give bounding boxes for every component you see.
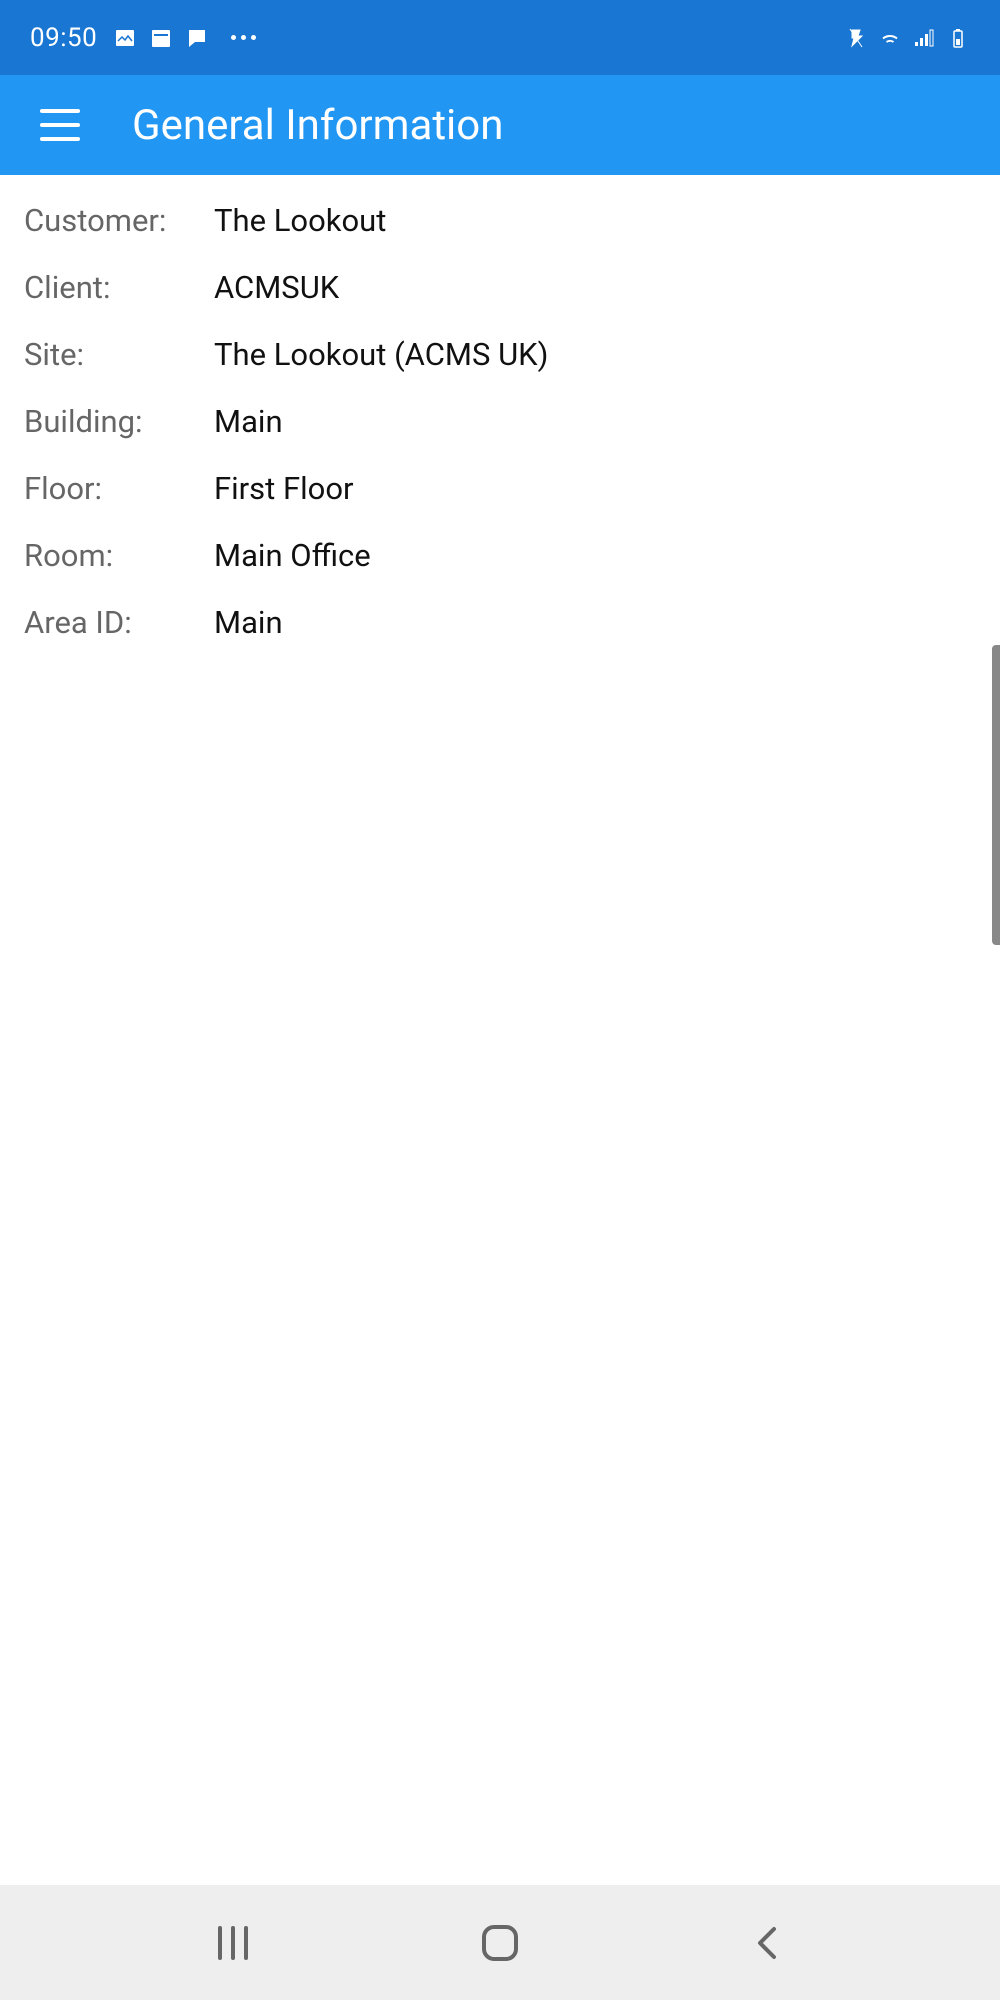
scroll-indicator[interactable] [992,645,1000,945]
messages-icon [185,26,209,50]
info-label: Area ID: [24,604,199,641]
gallery-icon [113,26,137,50]
wifi-icon [878,26,902,50]
app-bar: General Information [0,75,1000,175]
info-label: Room: [24,537,199,574]
back-button[interactable] [737,1913,797,1973]
info-row-area-id: Area ID: Main [24,589,976,656]
info-value: First Floor [199,470,354,507]
calendar-icon [149,26,173,50]
info-label: Building: [24,403,199,440]
battery-icon [946,26,970,50]
content-area: Customer: The Lookout Client: ACMSUK Sit… [0,175,1000,1885]
info-value: Main [199,604,283,641]
signal-icon [912,26,936,50]
navigation-bar [0,1885,1000,2000]
info-label: Client: [24,269,199,306]
status-bar-left: 09:50 [30,23,256,53]
info-row-room: Room: Main Office [24,522,976,589]
info-label: Floor: [24,470,199,507]
page-title: General Information [132,101,503,150]
status-bar-right [844,26,970,50]
info-row-site: Site: The Lookout (ACMS UK) [24,321,976,388]
status-bar: 09:50 [0,0,1000,75]
info-value: The Lookout (ACMS UK) [199,336,548,373]
info-value: Main Office [199,537,371,574]
info-value: The Lookout [199,202,386,239]
home-button[interactable] [470,1913,530,1973]
vibrate-icon [844,26,868,50]
info-row-client: Client: ACMSUK [24,254,976,321]
info-row-customer: Customer: The Lookout [24,187,976,254]
info-value: Main [199,403,283,440]
info-value: ACMSUK [199,269,339,306]
info-row-floor: Floor: First Floor [24,455,976,522]
status-notification-icons [113,26,256,50]
status-time: 09:50 [30,23,97,53]
menu-button[interactable] [40,109,80,141]
more-notifications-icon [231,35,256,40]
info-label: Site: [24,336,199,373]
recent-apps-button[interactable] [203,1913,263,1973]
info-row-building: Building: Main [24,388,976,455]
info-label: Customer: [24,202,199,239]
